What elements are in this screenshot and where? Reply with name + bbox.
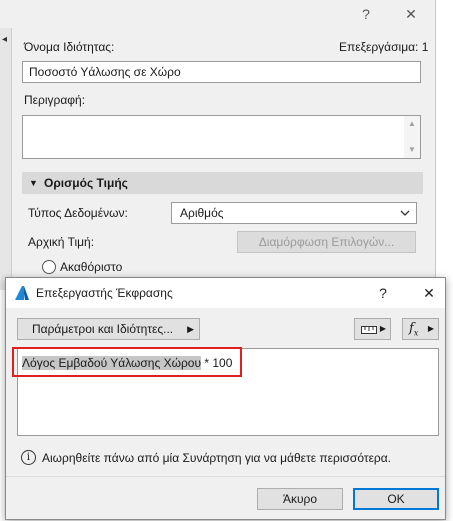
expand-down-icon: ▼ <box>29 178 38 188</box>
property-name-label: Όνομα Ιδιότητας: <box>24 40 115 54</box>
description-label: Περιγραφή: <box>24 93 86 107</box>
data-type-label: Τύπος Δεδομένων: <box>28 206 128 220</box>
value-definition-label: Ορισμός Τιμής <box>44 176 128 190</box>
property-name-field[interactable]: Ποσοστό Υάλωσης σε Χώρο <box>22 61 421 83</box>
functions-button[interactable]: fx ▶ <box>402 318 439 340</box>
editable-count-label: Επεξεργάσιμα: 1 <box>339 40 429 54</box>
value-definition-section[interactable]: ▼ Ορισμός Τιμής <box>22 172 423 194</box>
side-collapse-bar[interactable]: ◂ <box>0 28 12 290</box>
close-button[interactable]: ✕ <box>419 283 439 303</box>
help-button[interactable]: ? <box>356 4 376 24</box>
description-textarea[interactable]: ▲ ▼ <box>22 115 421 159</box>
collapse-arrow-icon: ◂ <box>2 34 8 45</box>
help-button[interactable]: ? <box>373 283 393 303</box>
operators-button[interactable]: ▶ <box>354 318 391 340</box>
chevron-right-icon: ▶ <box>427 324 434 333</box>
chevron-right-icon: ▶ <box>187 324 194 334</box>
highlight-annotation-box <box>12 347 242 377</box>
data-type-value: Αριθμός <box>180 206 224 220</box>
close-button[interactable]: ✕ <box>401 4 421 24</box>
data-type-select[interactable]: Αριθμός <box>171 202 417 224</box>
hint-text: Αιωρηθείτε πάνω από μία Συνάρτηση για να… <box>42 451 392 465</box>
description-scrollbar[interactable]: ▲ ▼ <box>404 116 420 158</box>
cancel-button[interactable]: Άκυρο <box>257 488 343 510</box>
ruler-icon <box>361 326 377 334</box>
undefined-radio[interactable] <box>42 260 56 274</box>
ok-button[interactable]: OK <box>353 488 439 510</box>
expression-editor-titlebar[interactable]: Επεξεργαστής Έκφρασης ? ✕ <box>6 278 445 308</box>
expression-editor-title: Επεξεργαστής Έκφρασης <box>36 286 173 300</box>
parameters-button-label: Παράμετροι και Ιδιότητες... <box>32 322 174 336</box>
scroll-down-icon[interactable]: ▼ <box>408 145 416 154</box>
function-fx-icon: fx <box>409 321 419 338</box>
configure-options-button[interactable]: Διαμόρφωση Επιλογών... <box>237 231 416 253</box>
scroll-up-icon[interactable]: ▲ <box>408 119 416 128</box>
undefined-label: Ακαθόριστο <box>60 260 123 274</box>
parameters-and-properties-button[interactable]: Παράμετροι και Ιδιότητες... ▶ <box>17 318 200 340</box>
chevron-right-icon: ▶ <box>379 324 386 333</box>
footer-divider <box>6 476 445 477</box>
app-logo-icon <box>15 286 29 300</box>
initial-value-label: Αρχική Τιμή: <box>28 235 95 249</box>
info-icon: i <box>21 450 36 465</box>
chevron-down-icon <box>400 210 410 216</box>
